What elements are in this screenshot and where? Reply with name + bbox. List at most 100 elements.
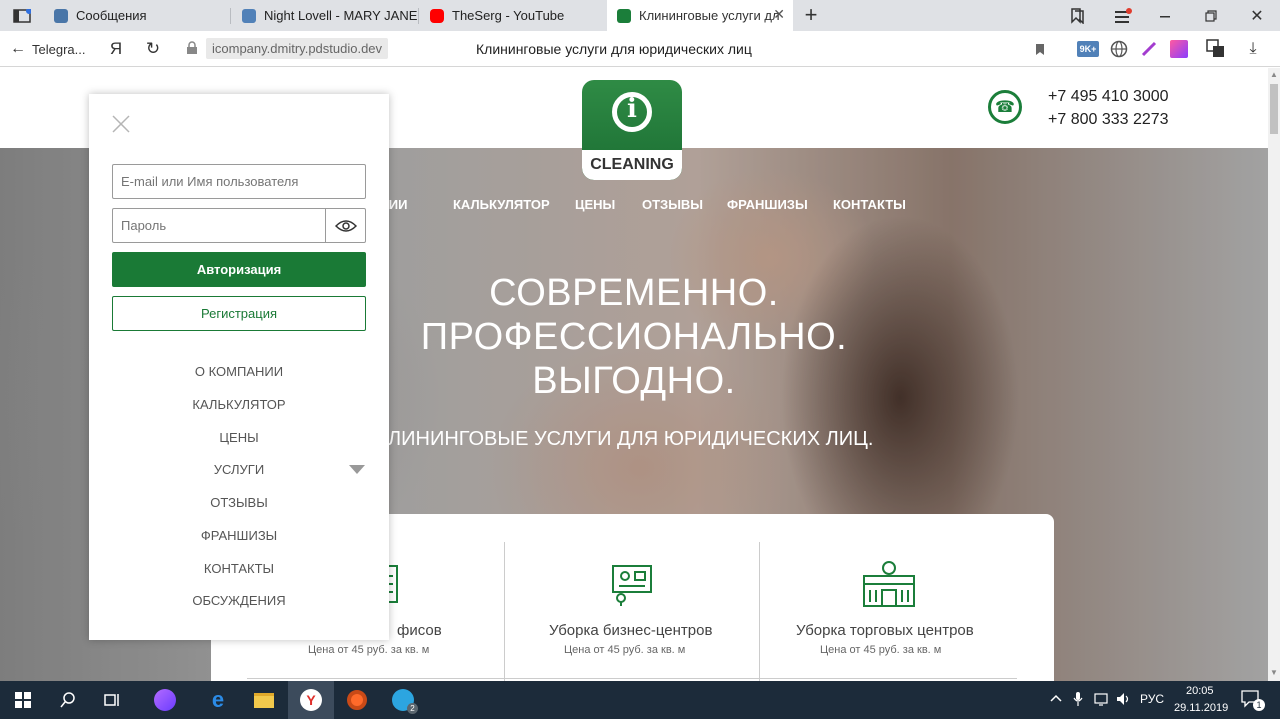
hero-subtitle: ЛИНИНГОВЫЕ УСЛУГИ ДЛЯ ЮРИДИЧЕСКИХ ЛИЦ. bbox=[388, 428, 874, 450]
tab-separator bbox=[230, 8, 231, 24]
menu-icon[interactable] bbox=[1112, 5, 1134, 27]
business-center-icon bbox=[611, 564, 653, 611]
menu-item-services[interactable]: УСЛУГИ bbox=[89, 462, 389, 477]
register-button[interactable]: Регистрация bbox=[112, 296, 366, 331]
phone-icon[interactable]: ☎ bbox=[988, 90, 1022, 124]
search-icon[interactable] bbox=[45, 681, 91, 719]
menu-item-contacts[interactable]: КОНТАКТЫ bbox=[89, 561, 389, 576]
clock-date[interactable]: 29.11.2019 bbox=[1174, 702, 1228, 714]
phone-number-2[interactable]: +7 800 333 2273 bbox=[1048, 111, 1169, 129]
close-icon[interactable] bbox=[111, 114, 133, 136]
url-field[interactable]: icompany.dmitry.pdstudio.dev Клининговые… bbox=[180, 36, 1060, 62]
card-offices-title[interactable]: фисов bbox=[397, 622, 442, 639]
site-logo[interactable]: i CLEANING bbox=[582, 80, 682, 180]
network-icon[interactable] bbox=[1094, 692, 1110, 709]
card-business-centers-title[interactable]: Уборка бизнес-центров bbox=[549, 622, 712, 639]
tab-label: TheSerg - YouTube bbox=[452, 8, 565, 23]
yandex-browser-icon[interactable]: Y bbox=[288, 681, 334, 719]
login-button[interactable]: Авторизация bbox=[112, 252, 366, 287]
menu-item-about[interactable]: О КОМПАНИИ bbox=[89, 364, 389, 379]
phone-number-1[interactable]: +7 495 410 3000 bbox=[1048, 88, 1169, 106]
alice-assistant-icon[interactable] bbox=[142, 681, 188, 719]
color-extension-icon[interactable] bbox=[1170, 40, 1188, 58]
nav-item-prices[interactable]: ЦЕНЫ bbox=[575, 197, 615, 212]
back-label: Telegra... bbox=[32, 41, 86, 57]
translate-extension-icon[interactable] bbox=[1205, 38, 1227, 60]
download-icon[interactable]: ⤓ bbox=[1243, 39, 1263, 59]
vk-extension-icon[interactable]: 9K+ bbox=[1077, 41, 1099, 57]
menu-item-reviews[interactable]: ОТЗЫВЫ bbox=[89, 495, 389, 510]
windows-taskbar: e Y 2 РУС 20:05 29.11.2019 1 bbox=[0, 681, 1280, 719]
new-tab-button[interactable]: + bbox=[800, 2, 822, 27]
url-host: icompany.dmitry.pdstudio.dev bbox=[206, 38, 389, 59]
tab-label: Клининговые услуги дл bbox=[639, 8, 780, 23]
shopping-center-icon bbox=[860, 560, 918, 615]
back-button[interactable]: ← Telegra... bbox=[10, 39, 85, 59]
globe-extension-icon[interactable] bbox=[1109, 39, 1129, 59]
menu-item-franchise[interactable]: ФРАНШИЗЫ bbox=[89, 528, 389, 543]
close-window-icon[interactable]: ✕ bbox=[1246, 5, 1268, 27]
card-business-centers-price: Цена от 45 руб. за кв. м bbox=[564, 644, 686, 656]
scroll-down-icon[interactable]: ▼ bbox=[1270, 668, 1278, 677]
browser-tab-bar: Сообщения Night Lovell - MARY JANE TheSe… bbox=[0, 0, 1280, 31]
bookmarks-icon[interactable] bbox=[1066, 5, 1088, 27]
menu-item-discussions[interactable]: ОБСУЖДЕНИЯ bbox=[89, 593, 389, 608]
clock-time[interactable]: 20:05 bbox=[1186, 685, 1214, 697]
email-field[interactable] bbox=[112, 164, 366, 199]
vk-music-icon bbox=[242, 8, 256, 23]
minimize-icon[interactable] bbox=[1154, 5, 1176, 27]
menu-item-calculator[interactable]: КАЛЬКУЛЯТОР bbox=[89, 397, 389, 412]
card-divider bbox=[504, 542, 505, 681]
logo-letter: i bbox=[627, 94, 637, 124]
nav-item-contacts[interactable]: КОНТАКТЫ bbox=[833, 197, 906, 212]
file-explorer-icon[interactable] bbox=[241, 681, 287, 719]
chevron-down-icon[interactable] bbox=[349, 465, 365, 474]
tab-music[interactable]: Night Lovell - MARY JANE bbox=[232, 0, 417, 31]
yandex-icon[interactable]: Я bbox=[106, 39, 126, 59]
menu-item-prices[interactable]: ЦЕНЫ bbox=[89, 430, 389, 445]
close-tab-icon[interactable]: ✕ bbox=[773, 6, 785, 23]
back-arrow-icon: ← bbox=[10, 40, 26, 57]
show-password-eye-icon[interactable] bbox=[325, 208, 366, 243]
notification-center-icon[interactable]: 1 bbox=[1241, 690, 1265, 711]
tab-label: Night Lovell - MARY JANE bbox=[264, 8, 418, 23]
scroll-thumb[interactable] bbox=[1270, 84, 1278, 134]
language-indicator[interactable]: РУС bbox=[1140, 692, 1164, 706]
microphone-icon[interactable] bbox=[1073, 692, 1083, 709]
task-view-icon[interactable] bbox=[90, 681, 136, 719]
tab-messages[interactable]: Сообщения bbox=[44, 0, 229, 31]
start-windows-icon[interactable] bbox=[0, 681, 46, 719]
volume-icon[interactable] bbox=[1116, 692, 1132, 709]
edge-browser-icon[interactable]: e bbox=[195, 681, 241, 719]
reload-icon[interactable]: ↻ bbox=[143, 39, 163, 59]
address-bar: ← Telegra... Я ↻ icompany.dmitry.pdstudi… bbox=[0, 31, 1280, 67]
nav-item-franchise[interactable]: ФРАНШИЗЫ bbox=[727, 197, 808, 212]
login-menu-panel: Авторизация Регистрация О КОМПАНИИ КАЛЬК… bbox=[89, 94, 389, 640]
page-scrollbar[interactable]: ▲ ▼ bbox=[1268, 68, 1280, 681]
restore-icon[interactable] bbox=[1200, 5, 1222, 27]
bookmark-icon[interactable] bbox=[1032, 40, 1048, 58]
vk-messages-icon bbox=[54, 8, 68, 23]
telegram-icon[interactable]: 2 bbox=[380, 681, 426, 719]
nav-item-calculator[interactable]: КАЛЬКУЛЯТОР bbox=[453, 197, 550, 212]
telegram-badge: 2 bbox=[407, 703, 418, 714]
music-app-icon[interactable] bbox=[334, 681, 380, 719]
tab-label: Сообщения bbox=[76, 8, 147, 23]
tab-cleaning-active[interactable]: Клининговые услуги дл ✕ bbox=[607, 0, 793, 31]
pen-extension-icon[interactable] bbox=[1139, 39, 1159, 59]
card-shopping-centers-price: Цена от 45 руб. за кв. м bbox=[820, 644, 942, 656]
nav-item-reviews[interactable]: ОТЗЫВЫ bbox=[642, 197, 703, 212]
scroll-up-icon[interactable]: ▲ bbox=[1270, 70, 1278, 79]
tabs-overview-icon[interactable] bbox=[10, 6, 34, 26]
card-shopping-centers-title[interactable]: Уборка торговых центров bbox=[796, 622, 974, 639]
notification-badge: 1 bbox=[1253, 699, 1265, 711]
tab-separator bbox=[418, 8, 419, 24]
tab-youtube[interactable]: TheSerg - YouTube bbox=[420, 0, 605, 31]
lock-icon bbox=[186, 41, 198, 60]
cards-bottom-divider bbox=[247, 678, 1017, 679]
url-page-title: Клининговые услуги для юридических лиц bbox=[476, 41, 752, 57]
card-offices-price: Цена от 45 руб. за кв. м bbox=[308, 644, 430, 656]
show-hidden-icons-icon[interactable] bbox=[1050, 692, 1062, 707]
youtube-icon bbox=[430, 8, 444, 23]
cleaning-favicon-icon bbox=[617, 8, 631, 23]
